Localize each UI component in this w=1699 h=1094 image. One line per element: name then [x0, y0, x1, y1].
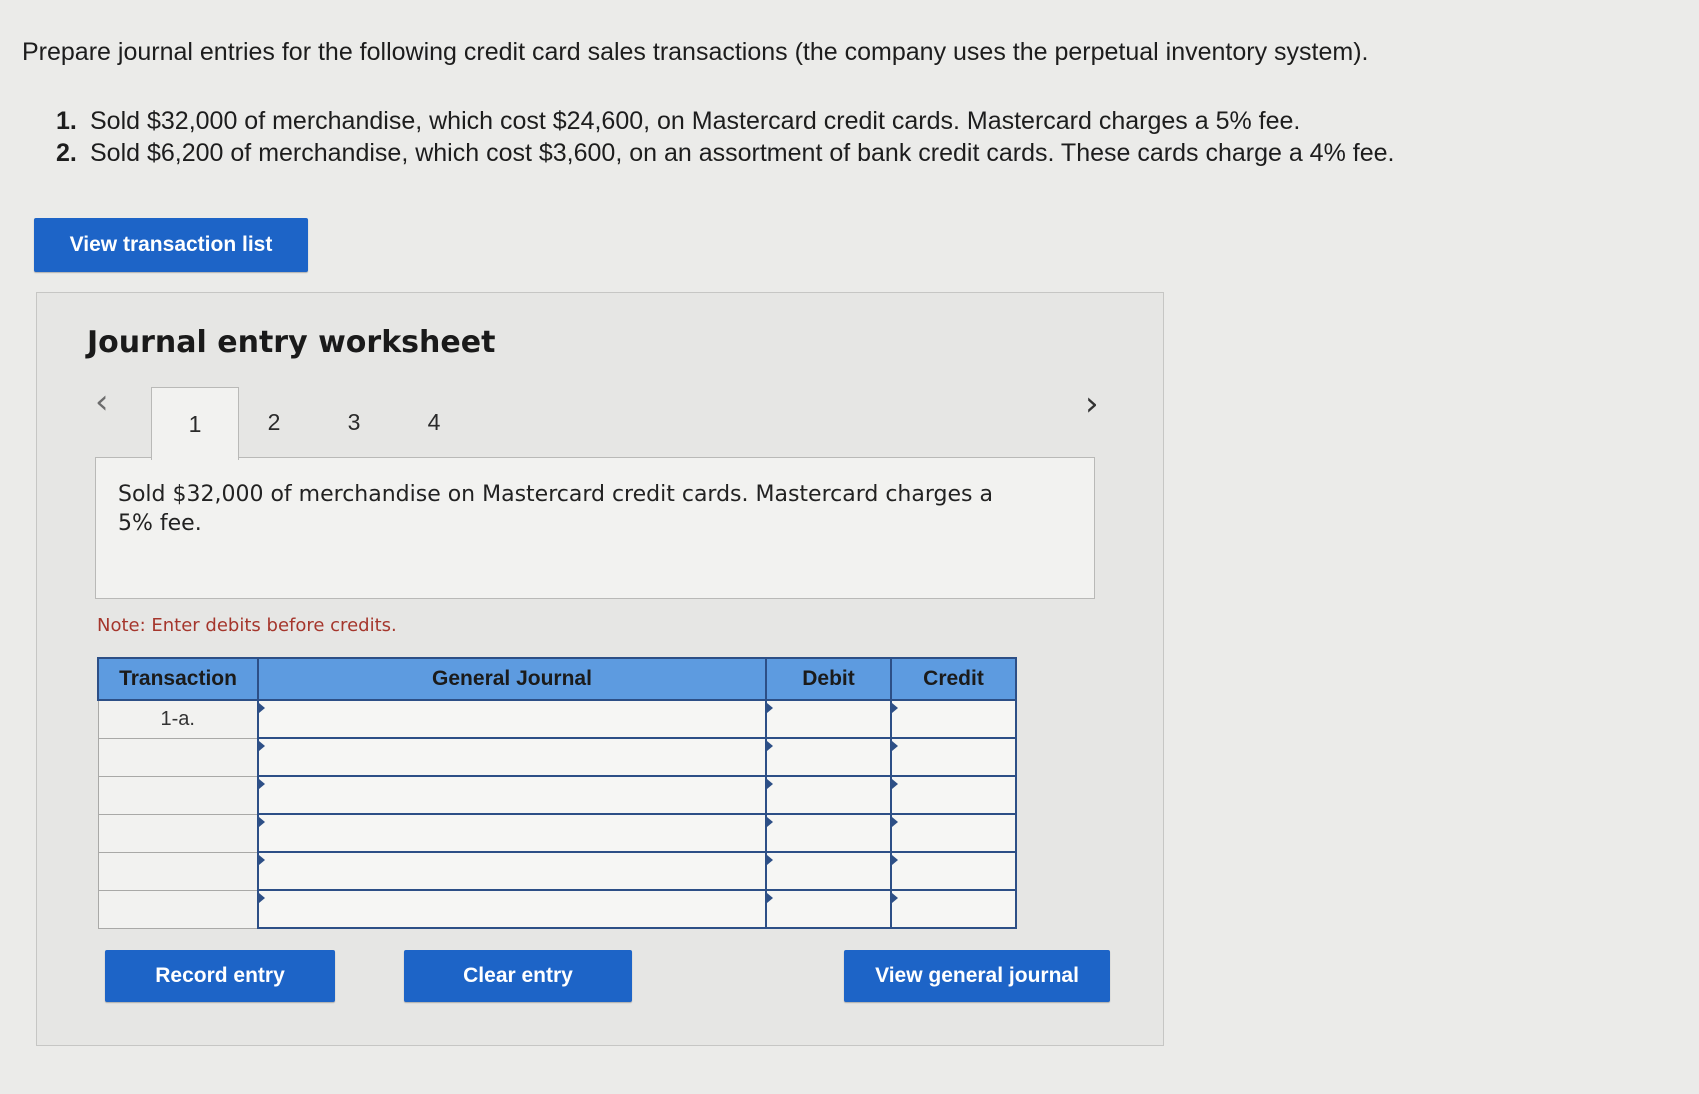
debit-input[interactable] [767, 815, 890, 851]
transaction-text: Sold $6,200 of merchandise, which cost $… [90, 139, 1395, 167]
column-header-transaction: Transaction [97, 657, 259, 701]
debit-input[interactable] [767, 891, 890, 927]
chevron-left-icon[interactable]: ‹ [95, 385, 109, 419]
transaction-cell [97, 889, 259, 929]
table-row [97, 851, 1017, 891]
debit-cell[interactable] [765, 889, 892, 929]
journal-entry-worksheet: Journal entry worksheet ‹ 1 2 3 4 › Sold… [36, 292, 1164, 1046]
debit-cell[interactable] [765, 851, 892, 891]
transaction-cell: 1-a. [97, 699, 259, 739]
credit-input[interactable] [892, 777, 1015, 813]
transaction-number: 2. [56, 139, 77, 167]
transaction-cell [97, 851, 259, 891]
instructions-text: Prepare journal entries for the followin… [22, 38, 1369, 66]
view-general-journal-button[interactable]: View general journal [844, 950, 1110, 1002]
credit-cell[interactable] [890, 813, 1017, 853]
tab-1[interactable]: 1 [151, 387, 239, 460]
debit-input[interactable] [767, 701, 890, 737]
account-cell[interactable] [257, 851, 767, 891]
credit-input[interactable] [892, 891, 1015, 927]
account-cell[interactable] [257, 737, 767, 777]
table-row [97, 889, 1017, 929]
account-cell[interactable] [257, 775, 767, 815]
debit-cell[interactable] [765, 775, 892, 815]
transaction-number: 1. [56, 107, 77, 135]
account-input[interactable] [259, 701, 765, 737]
debit-cell[interactable] [765, 813, 892, 853]
account-cell[interactable] [257, 889, 767, 929]
table-row: 1-a. [97, 699, 1017, 739]
credit-input[interactable] [892, 853, 1015, 889]
record-entry-button[interactable]: Record entry [105, 950, 335, 1002]
table-row [97, 775, 1017, 815]
column-header-debit: Debit [765, 657, 892, 701]
column-header-general-journal: General Journal [257, 657, 767, 701]
clear-entry-button[interactable]: Clear entry [404, 950, 632, 1002]
account-input[interactable] [259, 853, 765, 889]
tab-4[interactable]: 4 [391, 387, 477, 457]
credit-cell[interactable] [890, 699, 1017, 739]
transaction-cell [97, 813, 259, 853]
credit-input[interactable] [892, 815, 1015, 851]
entry-note: Note: Enter debits before credits. [97, 615, 397, 636]
account-input[interactable] [259, 891, 765, 927]
credit-cell[interactable] [890, 775, 1017, 815]
transaction-list: 1. Sold $32,000 of merchandise, which co… [56, 105, 1656, 169]
account-cell[interactable] [257, 813, 767, 853]
tab-3[interactable]: 3 [311, 387, 397, 457]
table-row [97, 813, 1017, 853]
transaction-item: 1. Sold $32,000 of merchandise, which co… [56, 105, 1656, 137]
transaction-item: 2. Sold $6,200 of merchandise, which cos… [56, 137, 1656, 169]
worksheet-title: Journal entry worksheet [87, 325, 496, 360]
journal-table: Transaction General Journal Debit Credit… [97, 657, 1017, 929]
transaction-description: Sold $32,000 of merchandise on Mastercar… [118, 482, 993, 536]
debit-input[interactable] [767, 853, 890, 889]
credit-cell[interactable] [890, 737, 1017, 777]
credit-cell[interactable] [890, 889, 1017, 929]
transaction-cell [97, 737, 259, 777]
table-row [97, 737, 1017, 777]
transaction-description-box: Sold $32,000 of merchandise on Mastercar… [95, 457, 1095, 599]
transaction-text: Sold $32,000 of merchandise, which cost … [90, 107, 1301, 135]
debit-cell[interactable] [765, 737, 892, 777]
account-input[interactable] [259, 777, 765, 813]
transaction-cell [97, 775, 259, 815]
account-cell[interactable] [257, 699, 767, 739]
tab-2[interactable]: 2 [231, 387, 317, 457]
debit-input[interactable] [767, 777, 890, 813]
account-input[interactable] [259, 739, 765, 775]
account-input[interactable] [259, 815, 765, 851]
credit-cell[interactable] [890, 851, 1017, 891]
credit-input[interactable] [892, 739, 1015, 775]
chevron-right-icon[interactable]: › [1085, 387, 1099, 421]
credit-input[interactable] [892, 701, 1015, 737]
debit-cell[interactable] [765, 699, 892, 739]
view-transaction-list-button[interactable]: View transaction list [34, 218, 308, 272]
debit-input[interactable] [767, 739, 890, 775]
column-header-credit: Credit [890, 657, 1017, 701]
